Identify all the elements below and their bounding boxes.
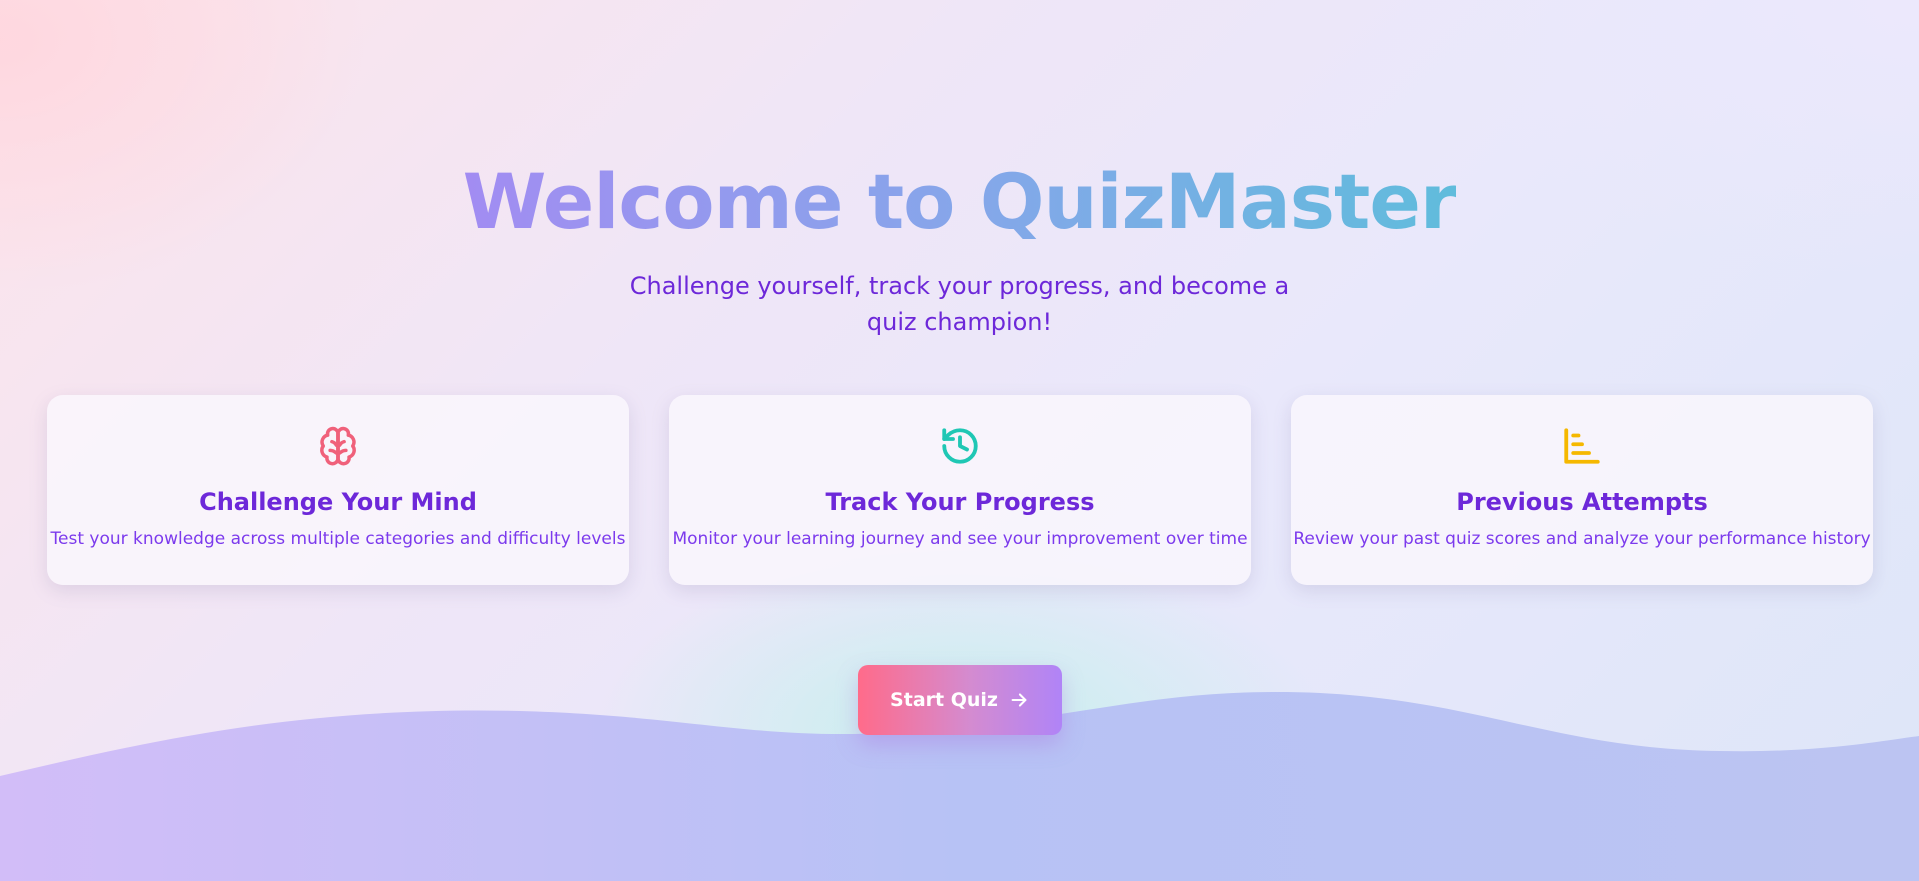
card-description: Monitor your learning journey and see yo…: [672, 529, 1248, 549]
hero-section: Welcome to QuizMaster Challenge yourself…: [0, 150, 1919, 340]
feature-cards: Challenge Your Mind Test your knowledge …: [47, 395, 1873, 585]
arrow-right-icon: [1008, 689, 1030, 711]
page-title: Welcome to QuizMaster: [463, 150, 1458, 254]
start-quiz-button[interactable]: Start Quiz: [858, 665, 1062, 735]
feature-card-progress: Track Your Progress Monitor your learnin…: [669, 395, 1251, 585]
card-title: Previous Attempts: [1456, 488, 1708, 516]
page-subtitle: Challenge yourself, track your progress,…: [629, 272, 1290, 336]
brain-icon: [317, 425, 359, 467]
card-description: Test your knowledge across multiple cate…: [50, 529, 626, 549]
history-icon: [939, 425, 981, 467]
card-title: Track Your Progress: [825, 488, 1095, 516]
card-description: Review your past quiz scores and analyze…: [1293, 529, 1871, 549]
feature-card-challenge: Challenge Your Mind Test your knowledge …: [47, 395, 629, 585]
start-quiz-label: Start Quiz: [890, 689, 998, 711]
card-title: Challenge Your Mind: [199, 488, 477, 516]
feature-card-attempts: Previous Attempts Review your past quiz …: [1291, 395, 1873, 585]
bar-chart-icon: [1561, 425, 1603, 467]
